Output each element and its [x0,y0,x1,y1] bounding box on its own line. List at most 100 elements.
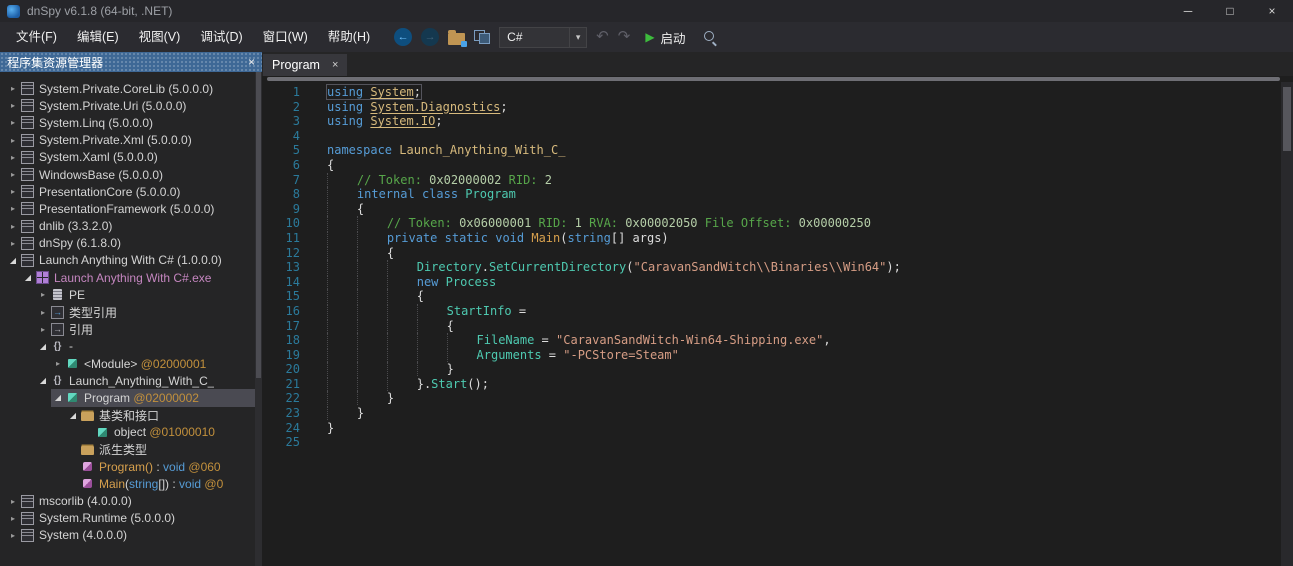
collapse-icon[interactable]: ◢ [36,376,50,385]
code-line[interactable]: } [327,362,1281,377]
expand-icon[interactable]: ▸ [6,170,20,179]
code-line[interactable]: Directory.SetCurrentDirectory("CaravanSa… [327,260,1281,275]
expand-icon[interactable]: ▸ [6,153,20,162]
tab-program[interactable]: Program × [263,54,347,76]
expand-icon[interactable]: ▸ [36,325,50,334]
code-line[interactable]: using System.Diagnostics; [327,100,1281,115]
menu-item[interactable]: 窗口(W) [253,22,318,52]
minimize-button[interactable]: ─ [1167,0,1209,22]
expand-icon[interactable]: ▸ [6,136,20,145]
tree-item[interactable]: ▸System.Linq (5.0.0.0) [6,114,262,131]
tree-item[interactable]: ▸mscorlib (4.0.0.0) [6,493,262,510]
menu-item[interactable]: 编辑(E) [67,22,129,52]
tree-item[interactable]: ▸dnSpy (6.1.8.0) [6,235,262,252]
collapse-icon[interactable]: ◢ [36,342,50,351]
code-line[interactable]: { [327,319,1281,334]
code-line[interactable]: }.Start(); [327,377,1281,392]
expand-icon[interactable]: ▸ [6,101,20,110]
code-line[interactable]: { [327,202,1281,217]
expand-icon[interactable]: ▸ [6,514,20,523]
expand-icon[interactable]: ▸ [6,84,20,93]
code-line[interactable]: using System; [327,85,1281,100]
tree-item[interactable]: ▸System.Private.Uri (5.0.0.0) [6,97,262,114]
expand-icon[interactable]: ▸ [6,222,20,231]
tree-item[interactable]: ▸System.Private.Xml (5.0.0.0) [6,132,262,149]
code-line[interactable]: // Token: 0x06000001 RID: 1 RVA: 0x00002… [327,216,1281,231]
tree-item[interactable]: ▸System.Private.CoreLib (5.0.0.0) [6,80,262,97]
tree-item[interactable]: ▸PresentationFramework (5.0.0.0) [6,200,262,217]
tree-item[interactable]: ▸引用 [36,321,262,338]
collapse-icon[interactable]: ◢ [21,273,35,282]
tree-item[interactable]: ◢Program @02000002 [51,389,262,406]
tree-item[interactable]: ▸System.Xaml (5.0.0.0) [6,149,262,166]
vertical-scrollbar-thumb[interactable] [1283,87,1291,151]
collapse-icon[interactable]: ◢ [66,411,80,420]
code-line[interactable]: using System.IO; [327,114,1281,129]
tree-item[interactable]: ◢Launch_Anything_With_C_ [36,372,262,389]
close-button[interactable]: × [1251,0,1293,22]
assembly-explorer-header[interactable]: 程序集资源管理器 × [0,52,262,72]
tree-item[interactable]: ▸PresentationCore (5.0.0.0) [6,183,262,200]
code-line[interactable]: new Process [327,275,1281,290]
expand-icon[interactable]: ▸ [6,497,20,506]
horizontal-scrollbar-thumb[interactable] [267,77,1280,81]
expand-icon[interactable]: ▸ [51,359,65,368]
code-line[interactable] [327,435,1281,450]
expand-icon[interactable]: ▸ [6,204,20,213]
save-modules-icon[interactable] [474,30,490,44]
code-line[interactable]: namespace Launch_Anything_With_C_ [327,143,1281,158]
tree-item[interactable]: ◢基类和接口 [66,407,262,424]
code-line[interactable]: // Token: 0x02000002 RID: 2 [327,173,1281,188]
code-line[interactable]: } [327,421,1281,436]
code-line[interactable]: internal class Program [327,187,1281,202]
language-selector[interactable]: C# ▾ [499,27,587,48]
navigate-forward-button[interactable]: → [421,28,439,46]
expand-icon[interactable]: ▸ [36,290,50,299]
collapse-icon[interactable]: ◢ [51,393,65,402]
navigate-back-button[interactable]: ← [394,28,412,46]
expand-icon[interactable]: ▸ [6,118,20,127]
collapse-icon[interactable]: ◢ [6,256,20,265]
tree-item[interactable]: ▸System.Runtime (5.0.0.0) [6,510,262,527]
tree-item[interactable]: ▸WindowsBase (5.0.0.0) [6,166,262,183]
code-line[interactable]: { [327,246,1281,261]
menu-item[interactable]: 帮助(H) [318,22,380,52]
tree-item[interactable]: ▸PE [36,286,262,303]
tree-scrollbar[interactable] [255,72,262,566]
start-debugging-button[interactable]: ▶ 启动 [645,28,685,47]
tree-item[interactable]: ▸类型引用 [36,303,262,320]
tree-item[interactable]: ◢- [36,338,262,355]
code-line[interactable]: StartInfo = [327,304,1281,319]
tree-item[interactable]: ◢Launch Anything With C#.exe [21,269,262,286]
code-line[interactable]: FileName = "CaravanSandWitch-Win64-Shipp… [327,333,1281,348]
code-line[interactable]: { [327,158,1281,173]
tree-item[interactable]: ▸<Module> @02000001 [51,355,262,372]
tree-scrollbar-thumb[interactable] [256,72,261,378]
code-line[interactable] [327,129,1281,144]
menu-item[interactable]: 调试(D) [190,22,252,52]
code-line[interactable]: { [327,289,1281,304]
code-line[interactable]: private static void Main(string[] args) [327,231,1281,246]
expand-icon[interactable]: ▸ [6,239,20,248]
tree-item[interactable]: object @01000010 [81,424,262,441]
tab-close-icon[interactable]: × [332,59,338,71]
menu-item[interactable]: 视图(V) [129,22,191,52]
undo-button[interactable]: ↶ [596,28,609,46]
menu-item[interactable]: 文件(F) [6,22,67,52]
search-icon[interactable] [703,30,718,45]
editor-vertical-scrollbar[interactable] [1281,82,1293,566]
tree-item[interactable]: Program() : void @060 [66,458,262,475]
expand-icon[interactable]: ▸ [36,308,50,317]
expand-icon[interactable]: ▸ [6,187,20,196]
redo-button[interactable]: ↷ [618,28,631,46]
tree-item[interactable]: ◢Launch Anything With C# (1.0.0.0) [6,252,262,269]
tree-item[interactable]: ▸dnlib (3.3.2.0) [6,218,262,235]
maximize-button[interactable]: □ [1209,0,1251,22]
expand-icon[interactable]: ▸ [6,531,20,540]
code-line[interactable]: Arguments = "-PCStore=Steam" [327,348,1281,363]
code-line[interactable]: } [327,406,1281,421]
open-file-icon[interactable] [448,33,465,45]
code-area[interactable]: 1234567891011121314151617181920212223242… [262,82,1293,566]
panel-close-button[interactable]: × [248,55,255,69]
tree-item[interactable]: 派生类型 [66,441,262,458]
